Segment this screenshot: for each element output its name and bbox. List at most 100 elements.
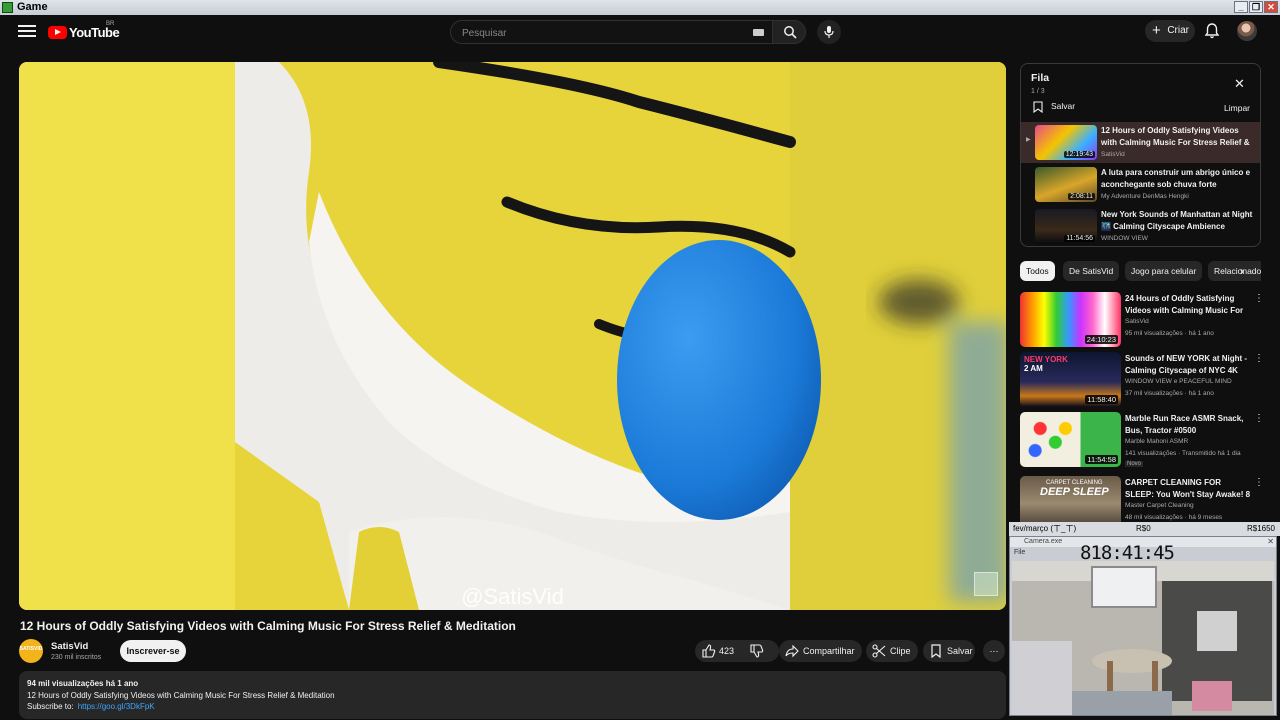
rec-meta: 95 mil visualizações · há 1 ano bbox=[1125, 330, 1214, 337]
camera-menu-file[interactable]: File bbox=[1014, 549, 1025, 556]
duration-badge: 11:54:56 bbox=[1064, 235, 1095, 242]
queue-close-button[interactable]: ✕ bbox=[1234, 77, 1245, 90]
video-watermark: @SatisVid bbox=[461, 584, 564, 609]
chevron-right-icon[interactable]: › bbox=[1240, 265, 1244, 277]
chip-jogo-para-celular[interactable]: Jogo para celular bbox=[1125, 261, 1203, 281]
keyboard-icon[interactable] bbox=[753, 29, 764, 36]
view-stats: 94 mil visualizações há 1 ano bbox=[27, 679, 139, 688]
kebab-menu-icon[interactable]: ⋮ bbox=[1254, 414, 1264, 424]
video-title: 12 Hours of Oddly Satisfying Videos with… bbox=[20, 619, 516, 633]
description-subscribe-line: Subscribe to: https://goo.gl/3DkFpK bbox=[27, 702, 155, 711]
rec-meta: 48 mil visualizações · há 9 meses bbox=[1125, 514, 1223, 521]
close-window-button[interactable]: ✕ bbox=[1264, 1, 1278, 13]
queue-item-channel: My Adventure DenMas Hengki bbox=[1101, 193, 1189, 200]
queue-item-channel: SatisVid bbox=[1101, 151, 1125, 158]
queue-item[interactable]: 11:54:56 New York Sounds of Manhattan at… bbox=[1021, 206, 1260, 246]
kebab-menu-icon[interactable]: ⋮ bbox=[1254, 478, 1264, 488]
maximize-button[interactable]: ❐ bbox=[1249, 1, 1263, 13]
country-code: BR bbox=[106, 21, 115, 27]
like-button[interactable]: 423 bbox=[695, 640, 743, 662]
chip-de-satisvid[interactable]: De SatisVid bbox=[1063, 261, 1120, 281]
clip-label: Clipe bbox=[890, 646, 911, 656]
description-link[interactable]: https://goo.gl/3DkFpK bbox=[78, 702, 155, 711]
thumb-text-deep-sleep: DEEP SLEEP bbox=[1040, 486, 1109, 498]
recommendation-item[interactable]: NEW YORK 2 AM 11:58:40 Sounds of NEW YOR… bbox=[1020, 352, 1265, 410]
queue-thumbnail: 12:19:43 bbox=[1035, 125, 1097, 160]
subscriber-count: 230 mil inscritos bbox=[51, 654, 102, 661]
search-button[interactable] bbox=[772, 20, 806, 44]
rec-title: Marble Run Race ASMR Snack, Bus, Tractor… bbox=[1125, 414, 1244, 435]
thumbs-down-icon[interactable] bbox=[750, 644, 764, 658]
recommendation-item[interactable]: 11:54:58 Marble Run Race ASMR Snack, Bus… bbox=[1020, 412, 1265, 470]
subscribe-button[interactable]: Inscrever-se bbox=[120, 640, 186, 662]
rec-title: CARPET CLEANING FOR SLEEP: You Won't Sta… bbox=[1125, 478, 1251, 499]
description-box[interactable]: 94 mil visualizações há 1 ano 12 Hours o… bbox=[19, 671, 1006, 719]
rec-thumbnail: CARPET CLEANING DEEP SLEEP bbox=[1020, 476, 1121, 522]
channel-name[interactable]: SatisVid bbox=[51, 641, 88, 652]
chip-todos[interactable]: Todos bbox=[1020, 261, 1055, 281]
channel-avatar[interactable]: SATISVID bbox=[19, 639, 43, 663]
overlay-current-amount: R$0 bbox=[1136, 524, 1151, 533]
queue-item[interactable]: ▶ 12:19:43 12 Hours of Oddly Satisfying … bbox=[1021, 122, 1260, 163]
rec-thumbnail: 24:10:23 bbox=[1020, 292, 1121, 347]
video-player[interactable]: @SatisVid bbox=[19, 62, 1006, 610]
recommendation-item[interactable]: CARPET CLEANING DEEP SLEEP CARPET CLEANI… bbox=[1020, 476, 1265, 522]
queue-panel: Fila 1 / 3 ✕ Salvar Limpar ▶ 12:19:43 12… bbox=[1020, 63, 1261, 247]
create-button[interactable]: + Criar bbox=[1145, 20, 1195, 42]
queue-thumbnail: 2:08:11 bbox=[1035, 167, 1097, 202]
youtube-logo[interactable]: YouTube BR bbox=[48, 21, 120, 41]
rec-channel: Master Carpet Cleaning bbox=[1125, 502, 1194, 509]
menu-icon[interactable] bbox=[18, 22, 36, 40]
chip-relacionados[interactable]: Relacionados bbox=[1208, 261, 1261, 281]
user-avatar[interactable] bbox=[1237, 21, 1257, 41]
youtube-header: YouTube BR + Criar bbox=[0, 15, 1280, 49]
scissors-icon bbox=[872, 644, 886, 658]
plus-icon: + bbox=[1152, 22, 1161, 39]
rec-thumbnail: 11:54:58 bbox=[1020, 412, 1121, 467]
camera-window[interactable]: Camera.exe ✕ File 818:41:45 bbox=[1009, 536, 1277, 716]
thumb-text-2am: 2 AM bbox=[1024, 364, 1043, 373]
kebab-menu-icon[interactable]: ⋮ bbox=[1254, 354, 1264, 364]
camera-close-button[interactable]: ✕ bbox=[1267, 537, 1274, 547]
minimize-button[interactable]: _ bbox=[1234, 1, 1248, 13]
queue-item-title: A luta para construir um abrigo único e … bbox=[1101, 168, 1251, 189]
search-icon bbox=[784, 26, 797, 39]
channel-watermark[interactable] bbox=[974, 572, 998, 596]
notifications-bell-icon[interactable] bbox=[1203, 22, 1221, 40]
queue-count: 1 / 3 bbox=[1031, 88, 1045, 95]
share-icon bbox=[785, 644, 799, 658]
queue-item-title: 12 Hours of Oddly Satisfying Videos with… bbox=[1101, 126, 1250, 147]
save-button[interactable]: Salvar bbox=[923, 640, 975, 662]
search-box[interactable] bbox=[450, 20, 772, 44]
rec-channel: Marble Mahoni ASMR bbox=[1125, 438, 1189, 445]
rec-channel: WINDOW VIEW e PEACEFUL MIND bbox=[1125, 378, 1232, 385]
share-button[interactable]: Compartilhar bbox=[779, 640, 862, 662]
queue-save-button[interactable]: Salvar bbox=[1033, 101, 1075, 113]
webcam-feed bbox=[1012, 561, 1274, 715]
more-actions-button[interactable]: ⋯ bbox=[983, 640, 1005, 662]
camera-title: Camera.exe bbox=[1024, 538, 1063, 545]
queue-clear-button[interactable]: Limpar bbox=[1224, 103, 1250, 113]
window-title: Game bbox=[17, 1, 48, 13]
window-title-bar: Game _ ❐ ✕ bbox=[0, 0, 1280, 15]
clip-button[interactable]: Clipe bbox=[866, 640, 918, 662]
queue-item[interactable]: 2:08:11 A luta para construir um abrigo … bbox=[1021, 164, 1260, 205]
rec-meta: 141 visualizações · Transmitido há 1 dia bbox=[1125, 450, 1241, 457]
window-controls: _ ❐ ✕ bbox=[1234, 1, 1278, 13]
overlay-goal-amount: R$1650 bbox=[1246, 524, 1275, 533]
queue-thumbnail: 11:54:56 bbox=[1035, 209, 1097, 244]
duration-badge: 24:10:23 bbox=[1084, 335, 1118, 344]
stream-overlay-bar: fev/março (ㄒ_ㄒ) R$0 R$1650 bbox=[1009, 522, 1280, 536]
rec-channel: SatisVid bbox=[1125, 318, 1149, 325]
microphone-icon bbox=[824, 26, 834, 38]
search-input[interactable] bbox=[460, 24, 754, 42]
bookmark-icon bbox=[931, 644, 941, 658]
rec-title: 24 Hours of Oddly Satisfying Videos with… bbox=[1125, 294, 1244, 315]
kebab-menu-icon[interactable]: ⋮ bbox=[1254, 294, 1264, 304]
queue-title: Fila bbox=[1031, 72, 1050, 84]
recommendation-item[interactable]: 24:10:23 24 Hours of Oddly Satisfying Vi… bbox=[1020, 292, 1265, 350]
save-label: Salvar bbox=[947, 646, 973, 656]
filter-chips: Todos De SatisVid Jogo para celular Rela… bbox=[1020, 261, 1261, 281]
voice-search-button[interactable] bbox=[817, 20, 841, 44]
overlay-goal-label: fev/março (ㄒ_ㄒ) bbox=[1013, 524, 1077, 533]
